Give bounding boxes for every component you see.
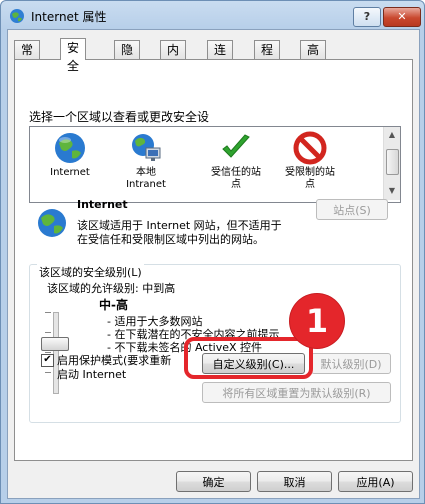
tab-advanced[interactable]: 高级 xyxy=(300,40,327,75)
protected-mode-label-2: 启动 Internet xyxy=(57,368,127,381)
slider-tick xyxy=(45,312,51,313)
zone-trusted-sites[interactable]: 受信任的站 点 xyxy=(196,131,276,191)
slider-tick xyxy=(45,372,51,373)
globe-icon xyxy=(55,133,85,163)
restricted-icon xyxy=(293,131,327,165)
zone-list: Internet 本地 Intranet 受信任的站 点 受限制的站 点 ▲ ▼ xyxy=(29,126,401,203)
tab-general[interactable]: 常规 xyxy=(14,40,41,75)
zone-label: 受限制的站 点 xyxy=(285,167,335,190)
sites-button[interactable]: 站点(S) xyxy=(316,199,388,220)
tab-content[interactable]: 内容 xyxy=(160,40,187,75)
security-level-name: 中-高 xyxy=(99,298,128,312)
tab-privacy[interactable]: 隐私 xyxy=(114,40,141,75)
globe-icon xyxy=(38,209,66,237)
security-level-label: 该区域的安全级别(L) xyxy=(37,264,144,280)
zone-label: 本地 Intranet xyxy=(126,167,166,190)
selected-zone-title: Internet xyxy=(77,198,128,211)
security-level-slider-thumb[interactable] xyxy=(41,337,69,351)
zone-local-intranet[interactable]: 本地 Intranet xyxy=(106,131,186,191)
slider-tick xyxy=(45,332,51,333)
allowed-levels-text: 该区域的允许级别: 中到高 xyxy=(47,282,176,295)
security-panel: 选择一个区域以查看或更改安全设 Internet 本地 Intranet 受信任… xyxy=(14,59,413,461)
ok-button[interactable]: 确定 xyxy=(176,471,251,492)
zone-label: Internet xyxy=(50,167,90,178)
scroll-down-icon[interactable]: ▼ xyxy=(386,185,398,197)
dialog-window: Internet 属性 ? ✕ 常规 安全 隐私 内容 连接 程序 高级 选择一… xyxy=(0,0,425,504)
internet-options-icon xyxy=(10,9,24,23)
zone-label: 受信任的站 点 xyxy=(211,167,261,190)
window-title: Internet 属性 xyxy=(31,10,107,24)
tab-programs[interactable]: 程序 xyxy=(254,40,281,75)
close-button[interactable]: ✕ xyxy=(383,7,421,27)
selected-zone-description-2: 在受信任和受限制区域中列出的网站。 xyxy=(77,233,264,246)
title-bar: Internet 属性 ? ✕ xyxy=(1,1,424,29)
tab-security[interactable]: 安全 xyxy=(60,38,87,73)
scroll-thumb[interactable] xyxy=(386,149,399,175)
apply-button[interactable]: 应用(A) xyxy=(338,471,413,492)
help-button[interactable]: ? xyxy=(353,7,381,27)
zone-restricted-sites[interactable]: 受限制的站 点 xyxy=(270,131,350,191)
checkmark-icon xyxy=(222,134,250,158)
cancel-button[interactable]: 取消 xyxy=(257,471,332,492)
slider-tick xyxy=(45,352,51,353)
reset-all-zones-button[interactable]: 将所有区域重置为默认级别(R) xyxy=(202,382,391,403)
protected-mode-checkbox[interactable]: ✔ xyxy=(41,354,54,367)
tab-connections[interactable]: 连接 xyxy=(207,40,234,75)
zone-internet[interactable]: Internet xyxy=(30,131,110,179)
default-level-button[interactable]: 默认级别(D) xyxy=(311,353,391,374)
zone-prompt: 选择一个区域以查看或更改安全设 xyxy=(29,110,210,124)
scroll-up-icon[interactable]: ▲ xyxy=(386,129,398,141)
zone-scrollbar[interactable]: ▲ ▼ xyxy=(383,127,400,200)
annotation-step-badge: 1 xyxy=(290,294,344,348)
dialog-client: 常规 安全 隐私 内容 连接 程序 高级 选择一个区域以查看或更改安全设 Int… xyxy=(7,29,420,499)
annotation-highlight-box xyxy=(184,337,313,379)
local-intranet-icon xyxy=(132,134,161,161)
